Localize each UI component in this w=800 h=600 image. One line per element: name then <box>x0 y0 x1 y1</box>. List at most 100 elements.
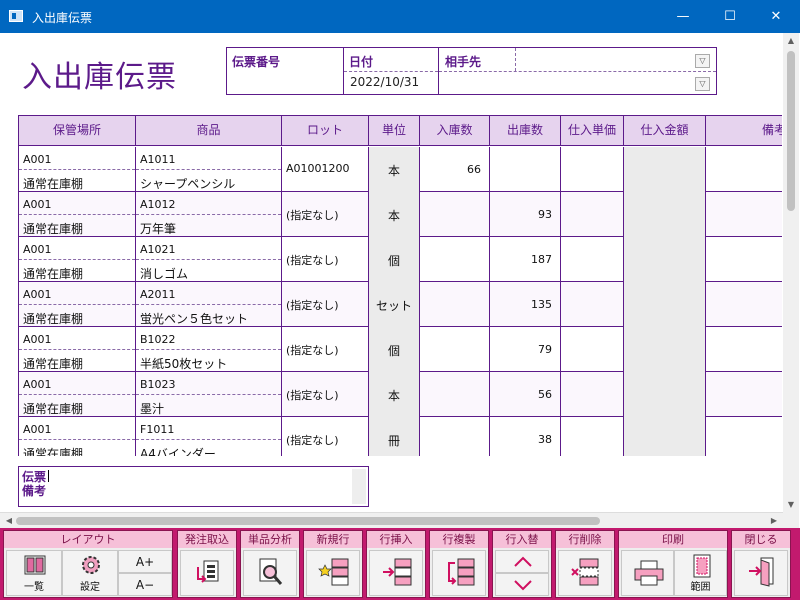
cell-out-qty[interactable]: 56 <box>490 372 561 417</box>
cell-in-qty[interactable] <box>420 282 490 327</box>
cell-unit-price[interactable] <box>561 192 624 237</box>
col-in-qty[interactable]: 入庫数 <box>420 116 490 146</box>
cell-item[interactable]: F1011 A4バインダー <box>136 417 282 456</box>
cell-item[interactable]: A1021 消しゴム <box>136 237 282 282</box>
scroll-right-icon[interactable]: ▶ <box>767 513 781 529</box>
cell-remarks[interactable] <box>706 237 782 282</box>
print-button[interactable] <box>621 550 674 596</box>
slip-remarks[interactable]: 伝票 備考 <box>18 466 369 507</box>
font-down-button[interactable]: A− <box>118 573 172 596</box>
cell-location[interactable]: A001 通常在庫棚 <box>19 327 136 372</box>
cell-remarks[interactable] <box>706 417 782 456</box>
col-location[interactable]: 保管場所 <box>19 116 136 146</box>
close-window-button[interactable]: ✕ <box>753 0 799 33</box>
cell-unit[interactable]: 本 <box>369 372 420 417</box>
maximize-button[interactable]: ☐ <box>707 0 753 33</box>
table-row[interactable]: A001 通常在庫棚 A1011 シャープペンシル A01001200 本 66 <box>19 147 782 192</box>
date-field[interactable]: 2022/10/31 <box>350 75 419 89</box>
cell-out-qty[interactable]: 93 <box>490 192 561 237</box>
move-row-down-button[interactable] <box>495 573 549 596</box>
cell-unit[interactable]: 個 <box>369 237 420 282</box>
table-row[interactable]: A001 通常在庫棚 B1023 墨汁 (指定なし) 本 56 <box>19 372 782 417</box>
partner-code-dropdown[interactable]: ▽ <box>695 54 710 68</box>
new-row-button[interactable] <box>306 550 360 596</box>
settings-button[interactable]: 設定 <box>62 550 118 596</box>
cell-location[interactable]: A001 通常在庫棚 <box>19 147 136 192</box>
col-item[interactable]: 商品 <box>136 116 282 146</box>
cell-unit[interactable]: セット <box>369 282 420 327</box>
cell-out-qty[interactable] <box>490 147 561 192</box>
cell-lot[interactable]: (指定なし) <box>282 417 369 456</box>
cell-unit-price[interactable] <box>561 147 624 192</box>
cell-remarks[interactable] <box>706 327 782 372</box>
move-row-up-button[interactable] <box>495 550 549 573</box>
table-row[interactable]: A001 通常在庫棚 F1011 A4バインダー (指定なし) 冊 38 <box>19 417 782 456</box>
cell-amount[interactable] <box>624 372 706 417</box>
col-remarks[interactable]: 備考 <box>706 116 782 146</box>
print-range-button[interactable]: 範囲 <box>674 550 727 596</box>
table-row[interactable]: A001 通常在庫棚 A1021 消しゴム (指定なし) 個 187 <box>19 237 782 282</box>
cell-amount[interactable] <box>624 282 706 327</box>
cell-location[interactable]: A001 通常在庫棚 <box>19 417 136 456</box>
cell-in-qty[interactable] <box>420 372 490 417</box>
cell-unit[interactable]: 本 <box>369 192 420 237</box>
cell-remarks[interactable] <box>706 192 782 237</box>
cell-lot[interactable]: (指定なし) <box>282 327 369 372</box>
font-up-button[interactable]: A+ <box>118 550 172 573</box>
cell-lot[interactable]: A01001200 <box>282 147 369 192</box>
slip-no-field[interactable] <box>232 74 337 90</box>
cell-in-qty[interactable] <box>420 192 490 237</box>
copy-row-button[interactable] <box>432 550 486 596</box>
delete-row-button[interactable] <box>558 550 612 596</box>
minimize-button[interactable]: — <box>660 0 706 33</box>
partner-name-dropdown[interactable]: ▽ <box>695 77 710 91</box>
cell-unit-price[interactable] <box>561 282 624 327</box>
horizontal-scroll-thumb[interactable] <box>16 517 600 525</box>
vertical-scroll-thumb[interactable] <box>787 51 795 211</box>
cell-in-qty[interactable] <box>420 327 490 372</box>
cell-item[interactable]: B1022 半紙50枚セット <box>136 327 282 372</box>
cell-item[interactable]: A2011 蛍光ペン５色セット <box>136 282 282 327</box>
cell-unit-price[interactable] <box>561 327 624 372</box>
remarks-scroll[interactable] <box>352 469 366 504</box>
col-amount[interactable]: 仕入金額 <box>624 116 706 146</box>
cell-amount[interactable] <box>624 417 706 456</box>
col-unit[interactable]: 単位 <box>369 116 420 146</box>
item-analysis-button[interactable] <box>243 550 297 596</box>
cell-in-qty[interactable] <box>420 237 490 282</box>
cell-lot[interactable]: (指定なし) <box>282 237 369 282</box>
cell-location[interactable]: A001 通常在庫棚 <box>19 282 136 327</box>
col-out-qty[interactable]: 出庫数 <box>490 116 561 146</box>
cell-remarks[interactable] <box>706 147 782 192</box>
cell-location[interactable]: A001 通常在庫棚 <box>19 237 136 282</box>
insert-row-button[interactable] <box>369 550 423 596</box>
cell-unit[interactable]: 個 <box>369 327 420 372</box>
cell-remarks[interactable] <box>706 372 782 417</box>
cell-lot[interactable]: (指定なし) <box>282 192 369 237</box>
cell-amount[interactable] <box>624 147 706 192</box>
cell-amount[interactable] <box>624 327 706 372</box>
scroll-down-icon[interactable]: ▼ <box>783 497 799 512</box>
cell-unit-price[interactable] <box>561 372 624 417</box>
cell-out-qty[interactable]: 79 <box>490 327 561 372</box>
list-view-button[interactable]: 一覧 <box>6 550 62 596</box>
cell-amount[interactable] <box>624 237 706 282</box>
table-row[interactable]: A001 通常在庫棚 B1022 半紙50枚セット (指定なし) 個 79 <box>19 327 782 372</box>
vertical-scrollbar[interactable]: ▲ ▼ <box>783 33 799 512</box>
order-import-button[interactable] <box>180 550 234 596</box>
scroll-up-icon[interactable]: ▲ <box>783 33 799 48</box>
cell-in-qty[interactable] <box>420 417 490 456</box>
cell-lot[interactable]: (指定なし) <box>282 372 369 417</box>
cell-out-qty[interactable]: 38 <box>490 417 561 456</box>
cell-out-qty[interactable]: 135 <box>490 282 561 327</box>
cell-remarks[interactable] <box>706 282 782 327</box>
col-unit-price[interactable]: 仕入単価 <box>561 116 624 146</box>
cell-location[interactable]: A001 通常在庫棚 <box>19 372 136 417</box>
table-row[interactable]: A001 通常在庫棚 A1012 万年筆 (指定なし) 本 93 <box>19 192 782 237</box>
cell-unit[interactable]: 冊 <box>369 417 420 456</box>
horizontal-scrollbar[interactable]: ◀ ▶ <box>0 512 783 528</box>
cell-amount[interactable] <box>624 192 706 237</box>
close-button[interactable] <box>734 550 788 596</box>
cell-unit-price[interactable] <box>561 417 624 456</box>
scroll-left-icon[interactable]: ◀ <box>2 513 16 529</box>
